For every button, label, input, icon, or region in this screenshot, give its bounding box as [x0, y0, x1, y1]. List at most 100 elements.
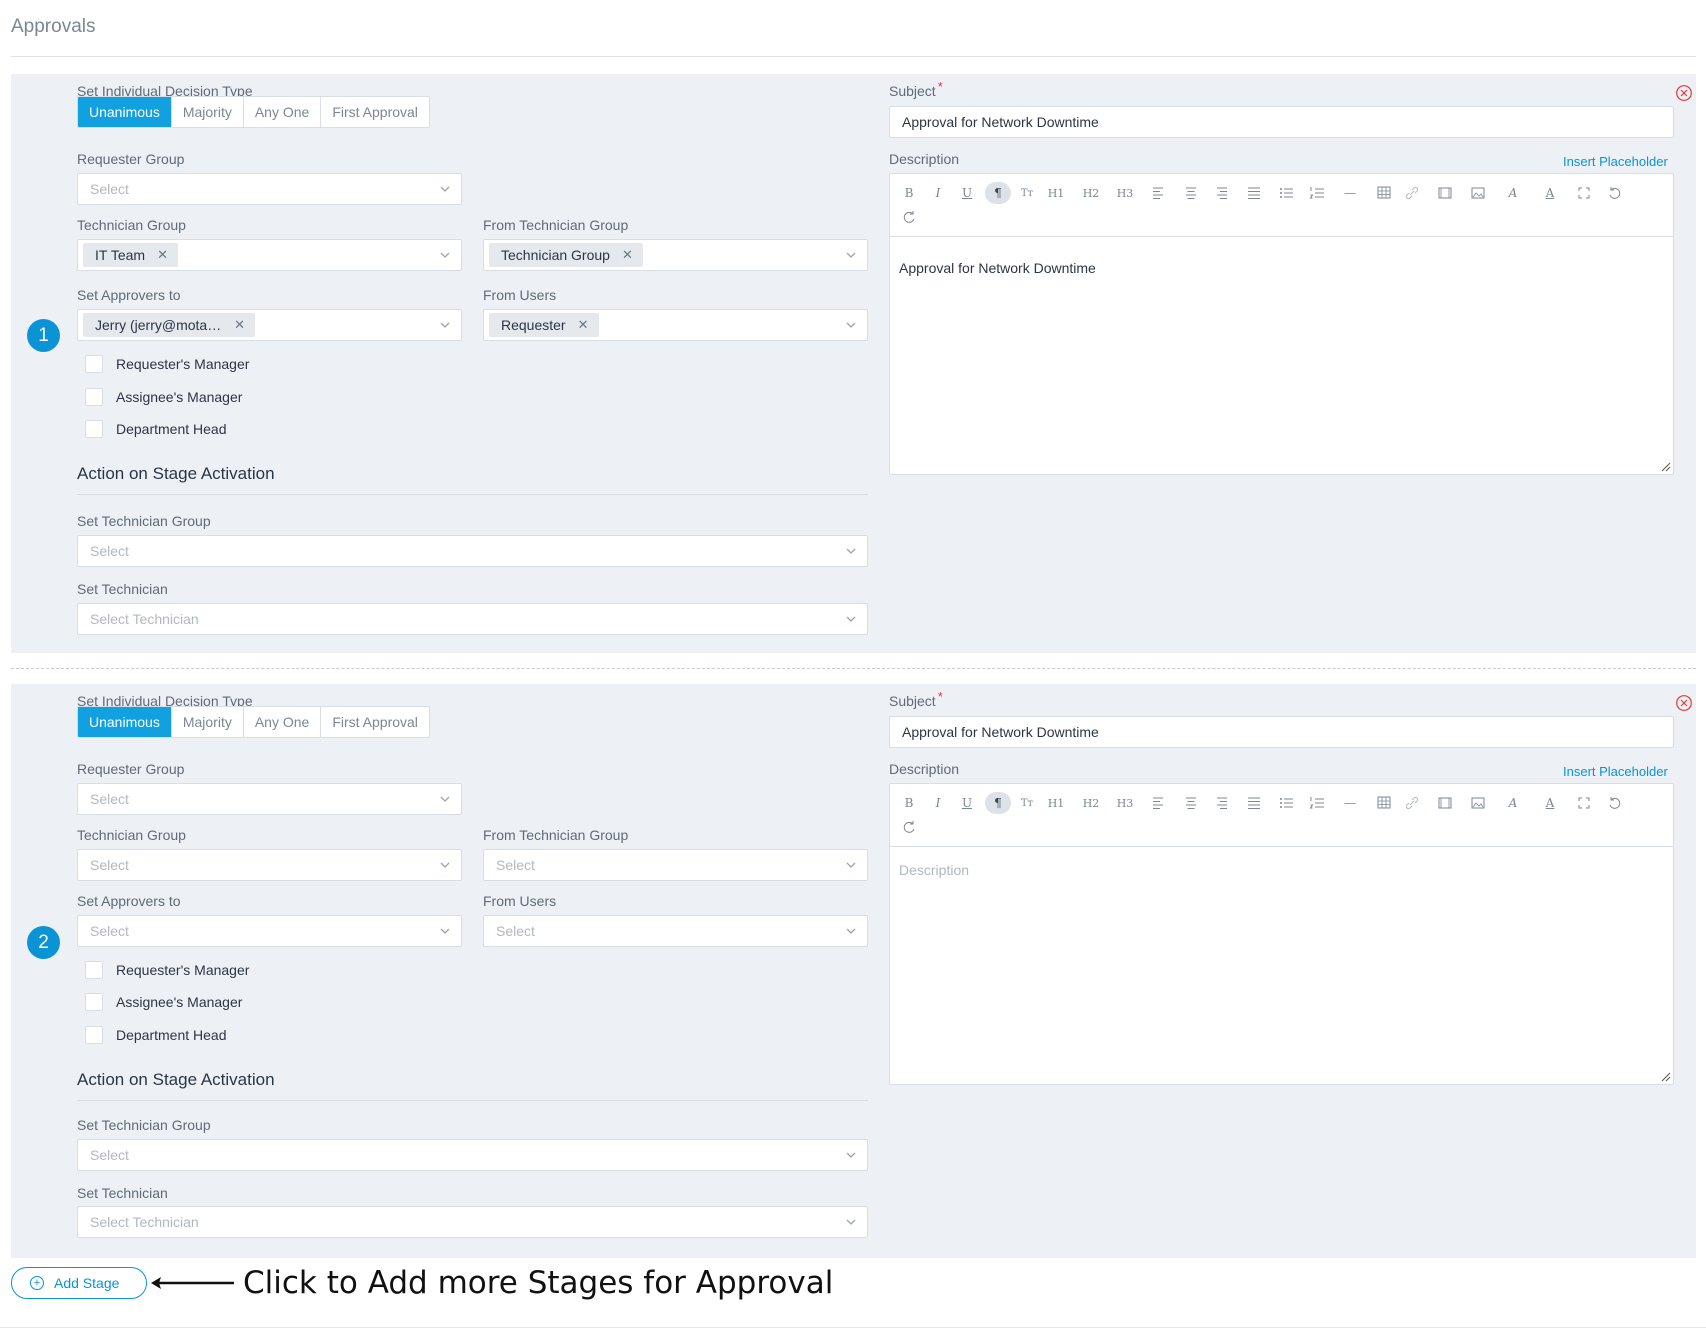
insert-placeholder-link[interactable]: Insert Placeholder: [1563, 764, 1668, 779]
technician-group-select[interactable]: IT Team ✕: [77, 239, 462, 271]
from-technician-group-select[interactable]: Select: [483, 849, 868, 881]
fullscreen-icon[interactable]: [1571, 182, 1597, 204]
align-center-icon[interactable]: [1178, 182, 1204, 204]
checkbox[interactable]: [85, 1026, 103, 1044]
paragraph-icon[interactable]: ¶: [985, 182, 1011, 204]
description-editor[interactable]: B I U ¶ Tт H1 H2 H3 — A A Description: [889, 783, 1674, 1085]
insert-placeholder-link[interactable]: Insert Placeholder: [1563, 154, 1668, 169]
decision-option-first-approval[interactable]: First Approval: [321, 707, 429, 737]
text-format-icon[interactable]: Tт: [1014, 182, 1040, 204]
set-approvers-select[interactable]: Select: [77, 915, 462, 947]
decision-type-selector: Unanimous Majority Any One First Approva…: [77, 706, 430, 738]
align-right-icon[interactable]: [1209, 182, 1235, 204]
font-icon[interactable]: A: [1500, 182, 1526, 204]
numbered-list-icon[interactable]: [1304, 792, 1330, 814]
checkbox[interactable]: [85, 355, 103, 373]
department-head-checkbox[interactable]: Department Head: [85, 1026, 227, 1044]
redo-icon[interactable]: [896, 816, 922, 838]
text-color-icon[interactable]: A: [1537, 792, 1563, 814]
checkbox[interactable]: [85, 388, 103, 406]
heading-1-icon[interactable]: H1: [1043, 792, 1069, 814]
resize-handle-icon[interactable]: [1661, 462, 1671, 472]
heading-2-icon[interactable]: H2: [1078, 792, 1104, 814]
remove-tag-icon[interactable]: ✕: [157, 247, 168, 263]
horizontal-rule-icon[interactable]: —: [1337, 182, 1363, 204]
set-technician-select[interactable]: Select Technician: [77, 1206, 868, 1238]
set-technician-select[interactable]: Select Technician: [77, 603, 868, 635]
remove-tag-icon[interactable]: ✕: [578, 317, 589, 333]
undo-icon[interactable]: [1602, 792, 1628, 814]
link-icon[interactable]: [1399, 182, 1425, 204]
italic-icon[interactable]: I: [925, 792, 951, 814]
department-head-checkbox[interactable]: Department Head: [85, 420, 227, 438]
heading-3-icon[interactable]: H3: [1112, 182, 1138, 204]
text-color-icon[interactable]: A: [1537, 182, 1563, 204]
horizontal-rule-icon[interactable]: —: [1337, 792, 1363, 814]
description-placeholder[interactable]: Description: [899, 862, 969, 878]
bold-icon[interactable]: B: [896, 792, 922, 814]
checkbox[interactable]: [85, 420, 103, 438]
redo-icon[interactable]: [896, 206, 922, 228]
decision-option-any-one[interactable]: Any One: [244, 97, 322, 127]
align-justify-icon[interactable]: [1241, 792, 1267, 814]
set-technician-group-select[interactable]: Select: [77, 1139, 868, 1171]
underline-icon[interactable]: U: [954, 182, 980, 204]
remove-tag-icon[interactable]: ✕: [234, 317, 245, 333]
video-icon[interactable]: [1432, 792, 1458, 814]
align-right-icon[interactable]: [1209, 792, 1235, 814]
requesters-manager-checkbox[interactable]: Requester's Manager: [85, 961, 249, 979]
italic-icon[interactable]: I: [925, 182, 951, 204]
assignees-manager-checkbox[interactable]: Assignee's Manager: [85, 993, 242, 1011]
heading-1-icon[interactable]: H1: [1043, 182, 1069, 204]
technician-group-select[interactable]: Select: [77, 849, 462, 881]
description-editor[interactable]: B I U ¶ Tт H1 H2 H3 — A A Approval for N: [889, 173, 1674, 475]
decision-option-first-approval[interactable]: First Approval: [321, 97, 429, 127]
decision-option-any-one[interactable]: Any One: [244, 707, 322, 737]
align-left-icon[interactable]: [1145, 792, 1171, 814]
requester-group-select[interactable]: Select: [77, 783, 462, 815]
fullscreen-icon[interactable]: [1571, 792, 1597, 814]
resize-handle-icon[interactable]: [1661, 1072, 1671, 1082]
bullet-list-icon[interactable]: [1273, 792, 1299, 814]
decision-option-unanimous[interactable]: Unanimous: [78, 97, 172, 127]
link-icon[interactable]: [1399, 792, 1425, 814]
text-format-icon[interactable]: Tт: [1014, 792, 1040, 814]
from-technician-group-select[interactable]: Technician Group ✕: [483, 239, 868, 271]
font-icon[interactable]: A: [1500, 792, 1526, 814]
set-approvers-select[interactable]: Jerry (jerry@motadata.com) ✕: [77, 309, 462, 341]
from-users-select[interactable]: Select: [483, 915, 868, 947]
undo-icon[interactable]: [1602, 182, 1628, 204]
image-icon[interactable]: [1465, 792, 1491, 814]
underline-icon[interactable]: U: [954, 792, 980, 814]
checkbox[interactable]: [85, 961, 103, 979]
description-content[interactable]: Approval for Network Downtime: [899, 260, 1096, 276]
image-icon[interactable]: [1465, 182, 1491, 204]
bold-icon[interactable]: B: [896, 182, 922, 204]
checkbox[interactable]: [85, 993, 103, 1011]
remove-stage-icon[interactable]: [1675, 694, 1693, 712]
align-left-icon[interactable]: [1145, 182, 1171, 204]
video-icon[interactable]: [1432, 182, 1458, 204]
requesters-manager-checkbox[interactable]: Requester's Manager: [85, 355, 249, 373]
align-center-icon[interactable]: [1178, 792, 1204, 814]
subject-input[interactable]: Approval for Network Downtime: [889, 106, 1674, 138]
table-icon[interactable]: [1371, 792, 1397, 814]
decision-option-unanimous[interactable]: Unanimous: [78, 707, 172, 737]
remove-tag-icon[interactable]: ✕: [622, 247, 633, 263]
numbered-list-icon[interactable]: [1304, 182, 1330, 204]
add-stage-button[interactable]: + Add Stage: [11, 1267, 147, 1299]
heading-3-icon[interactable]: H3: [1112, 792, 1138, 814]
paragraph-icon[interactable]: ¶: [985, 792, 1011, 814]
table-icon[interactable]: [1371, 182, 1397, 204]
decision-option-majority[interactable]: Majority: [172, 97, 244, 127]
decision-option-majority[interactable]: Majority: [172, 707, 244, 737]
heading-2-icon[interactable]: H2: [1078, 182, 1104, 204]
set-technician-group-select[interactable]: Select: [77, 535, 868, 567]
subject-input[interactable]: Approval for Network Downtime: [889, 716, 1674, 748]
align-justify-icon[interactable]: [1241, 182, 1267, 204]
remove-stage-icon[interactable]: [1675, 84, 1693, 102]
assignees-manager-checkbox[interactable]: Assignee's Manager: [85, 388, 242, 406]
requester-group-select[interactable]: Select: [77, 173, 462, 205]
bullet-list-icon[interactable]: [1273, 182, 1299, 204]
from-users-select[interactable]: Requester ✕: [483, 309, 868, 341]
